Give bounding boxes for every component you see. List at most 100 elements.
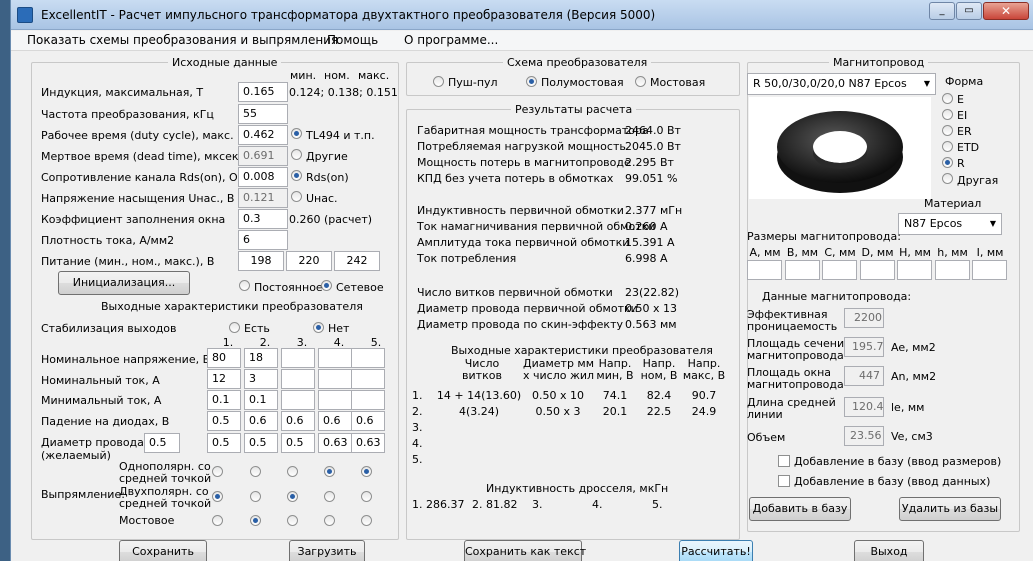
rect-bridge-4[interactable] xyxy=(324,515,335,526)
vnom-3[interactable] xyxy=(281,348,315,368)
rect-dual-4[interactable] xyxy=(324,491,335,502)
dimension-field[interactable] xyxy=(822,260,857,280)
rds-field[interactable]: 0.008 xyxy=(238,167,288,187)
add-dims-checkbox[interactable] xyxy=(778,455,790,467)
radio-full-bridge[interactable] xyxy=(635,76,646,87)
rect-dual-3[interactable] xyxy=(287,491,298,502)
inom-3[interactable] xyxy=(281,369,315,389)
radio-dc-supply[interactable] xyxy=(239,280,250,291)
frequency-field[interactable]: 55 xyxy=(238,104,288,124)
vnom-1[interactable]: 80 xyxy=(207,348,241,368)
dimension-field[interactable] xyxy=(859,260,895,280)
rect-bridge-2[interactable] xyxy=(250,515,261,526)
imin-5[interactable] xyxy=(351,390,385,410)
inom-5[interactable] xyxy=(351,369,385,389)
vd-2[interactable]: 0.6 xyxy=(244,411,278,431)
vd-4[interactable]: 0.6 xyxy=(318,411,352,431)
radio-half-bridge[interactable] xyxy=(526,76,537,87)
add-data-checkbox[interactable] xyxy=(778,475,790,487)
radio-mains-supply[interactable] xyxy=(321,280,332,291)
shape-e[interactable] xyxy=(942,93,953,104)
fill-factor-field[interactable]: 0.3 xyxy=(238,209,288,229)
dimension-field[interactable] xyxy=(897,260,932,280)
init-button[interactable]: Инициализация... xyxy=(58,271,190,295)
load-button[interactable]: Загрузить xyxy=(289,540,365,561)
menu-help[interactable]: Помощь xyxy=(327,33,378,47)
vnom-5[interactable] xyxy=(351,348,385,368)
rect-bridge-1[interactable] xyxy=(212,515,223,526)
usat-field[interactable]: 0.121 xyxy=(238,188,288,208)
le-field[interactable]: 120.4 xyxy=(844,397,884,417)
shape-other[interactable] xyxy=(942,173,953,184)
imin-4[interactable] xyxy=(318,390,352,410)
save-as-text-button[interactable]: Сохранить как текст xyxy=(464,540,586,561)
shape-r[interactable] xyxy=(942,157,953,168)
radio-stab-no[interactable] xyxy=(313,322,324,333)
induction-field[interactable]: 0.165 xyxy=(238,82,288,102)
supply-max-field[interactable]: 242 xyxy=(334,251,380,271)
radio-other-controller[interactable] xyxy=(291,149,302,160)
core-select[interactable]: R 50,0/30,0/20,0 N87 Epcos ▼ xyxy=(747,73,936,95)
delete-from-db-button[interactable]: Удалить из базы xyxy=(899,497,1001,521)
wire-2[interactable]: 0.5 xyxy=(244,433,278,453)
vnom-2[interactable]: 18 xyxy=(244,348,278,368)
wire-3[interactable]: 0.5 xyxy=(281,433,315,453)
inom-2[interactable]: 3 xyxy=(244,369,278,389)
imin-2[interactable]: 0.1 xyxy=(244,390,278,410)
minimize-button[interactable]: _ xyxy=(929,2,955,20)
material-select[interactable]: N87 Epcos ▼ xyxy=(898,213,1002,235)
radio-rds[interactable] xyxy=(291,170,302,181)
rect-single-5[interactable] xyxy=(361,466,372,477)
inom-4[interactable] xyxy=(318,369,352,389)
imin-3[interactable] xyxy=(281,390,315,410)
add-to-db-button[interactable]: Добавить в базу xyxy=(749,497,851,521)
vd-3[interactable]: 0.6 xyxy=(281,411,315,431)
save-button[interactable]: Сохранить xyxy=(119,540,207,561)
rect-dual-2[interactable] xyxy=(250,491,261,502)
inom-1[interactable]: 12 xyxy=(207,369,241,389)
calculate-button[interactable]: Рассчитать! xyxy=(679,540,753,561)
rect-dual-5[interactable] xyxy=(361,491,372,502)
supply-nom-field[interactable]: 220 xyxy=(286,251,332,271)
volume-field[interactable]: 23.56 xyxy=(844,426,884,446)
vd-1[interactable]: 0.5 xyxy=(207,411,241,431)
title-bar[interactable]: ExcellentIT - Расчет импульсного трансфо… xyxy=(11,0,1033,30)
rect-bridge-5[interactable] xyxy=(361,515,372,526)
an-field[interactable]: 447 xyxy=(844,366,884,386)
rect-single-1[interactable] xyxy=(212,466,223,477)
dimension-field[interactable] xyxy=(784,260,820,280)
rect-single-4[interactable] xyxy=(324,466,335,477)
wire-1[interactable]: 0.5 xyxy=(207,433,241,453)
exit-button[interactable]: Выход xyxy=(854,540,924,561)
dimension-field[interactable] xyxy=(934,260,970,280)
radio-usat[interactable] xyxy=(291,191,302,202)
close-button[interactable]: ✕ xyxy=(983,2,1029,20)
shape-er[interactable] xyxy=(942,125,953,136)
wire-default-field[interactable]: 0.5 xyxy=(144,433,180,453)
rect-bridge-3[interactable] xyxy=(287,515,298,526)
maximize-button[interactable]: ▭ xyxy=(956,2,982,20)
radio-tl494[interactable] xyxy=(291,128,302,139)
radio-stab-yes[interactable] xyxy=(229,322,240,333)
dimension-field[interactable] xyxy=(972,260,1007,280)
wire-5[interactable]: 0.63 xyxy=(351,433,385,453)
menu-show-schemes[interactable]: Показать схемы преобразования и выпрямле… xyxy=(27,33,338,47)
vd-5[interactable]: 0.6 xyxy=(351,411,385,431)
duty-cycle-field[interactable]: 0.462 xyxy=(238,125,288,145)
shape-ei[interactable] xyxy=(942,109,953,120)
permeability-field[interactable]: 2200 xyxy=(844,308,884,328)
supply-min-field[interactable]: 198 xyxy=(238,251,284,271)
rect-single-3[interactable] xyxy=(287,466,298,477)
ae-field[interactable]: 195.7 xyxy=(844,337,884,357)
dimension-field[interactable] xyxy=(747,260,782,280)
wire-4[interactable]: 0.63 xyxy=(318,433,352,453)
shape-etd[interactable] xyxy=(942,141,953,152)
dead-time-field[interactable]: 0.691 xyxy=(238,146,288,166)
vnom-4[interactable] xyxy=(318,348,352,368)
imin-1[interactable]: 0.1 xyxy=(207,390,241,410)
menu-about[interactable]: О программе... xyxy=(404,33,498,47)
rect-dual-1[interactable] xyxy=(212,491,223,502)
current-density-field[interactable]: 6 xyxy=(238,230,288,250)
radio-push-pull[interactable] xyxy=(433,76,444,87)
rect-single-2[interactable] xyxy=(250,466,261,477)
